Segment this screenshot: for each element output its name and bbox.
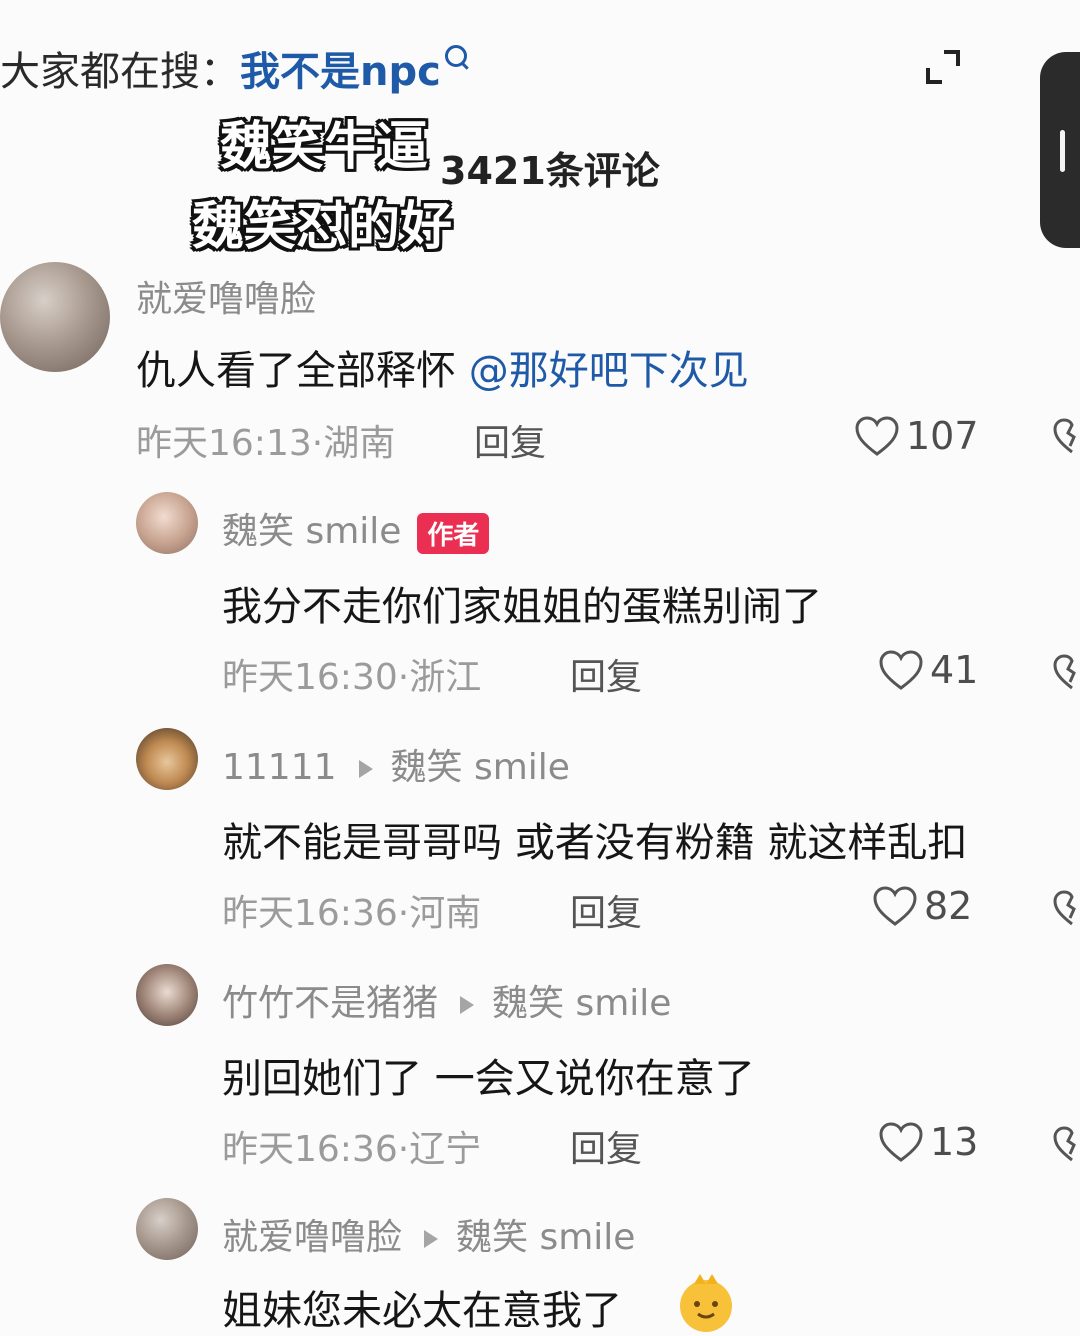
like-count: 107 xyxy=(906,414,979,458)
username-text[interactable]: 11111 xyxy=(222,747,337,788)
username-text[interactable]: 魏笑 smile xyxy=(222,511,401,552)
heart-outline-icon xyxy=(879,650,923,690)
comment-text: 就不能是哥哥吗 或者没有粉籍 就这样乱扣 xyxy=(222,820,968,866)
trending-search-bar[interactable]: 大家都在搜： 我不是npc xyxy=(0,38,467,98)
reply-target-username[interactable]: 魏笑 smile xyxy=(391,747,570,788)
comment-text: 别回她们了 一会又说你在意了 xyxy=(222,1056,755,1102)
comment-username: 魏笑 smile 作者 xyxy=(222,502,490,554)
avatar[interactable] xyxy=(136,964,198,1026)
reply-target-username[interactable]: 魏笑 smile xyxy=(492,983,671,1024)
comment-username: 11111 魏笑 smile xyxy=(222,738,570,790)
like-button[interactable]: 41 xyxy=(878,646,978,694)
broken-heart-icon[interactable] xyxy=(1052,416,1080,456)
comment-username[interactable]: 就爱噜噜脸 xyxy=(136,270,316,322)
reply-arrow-icon xyxy=(358,760,373,778)
collapse-icon[interactable] xyxy=(924,48,962,86)
reply-button[interactable]: 回复 xyxy=(570,648,642,700)
reply-arrow-icon xyxy=(460,996,475,1014)
comment-body: 仇人看了全部释怀 xyxy=(136,348,469,394)
avatar[interactable] xyxy=(0,262,110,372)
comment-count: 3421条评论 xyxy=(440,149,660,193)
like-count: 41 xyxy=(930,648,979,692)
comment-text: 仇人看了全部释怀 @那好吧下次见 xyxy=(136,338,749,396)
like-button[interactable]: 13 xyxy=(878,1118,978,1166)
comment-username: 就爱噜噜脸 魏笑 smile xyxy=(222,1208,635,1260)
reply-button[interactable]: 回复 xyxy=(570,884,642,936)
grip-icon xyxy=(1060,130,1065,172)
username-text[interactable]: 竹竹不是猪猪 xyxy=(222,983,438,1024)
author-badge: 作者 xyxy=(417,512,490,554)
heart-outline-icon xyxy=(855,416,899,456)
comment-text: 姐妹您未必太在意我了 xyxy=(222,1288,622,1334)
reply-button[interactable]: 回复 xyxy=(570,1120,642,1172)
broken-heart-icon[interactable] xyxy=(1052,888,1080,928)
broken-heart-icon[interactable] xyxy=(1052,1124,1080,1164)
comment-time-location: 昨天16:13·湖南 xyxy=(136,423,396,464)
reply-target-username[interactable]: 魏笑 smile xyxy=(456,1217,635,1258)
mention-link[interactable]: @那好吧下次见 xyxy=(469,348,749,394)
avatar[interactable] xyxy=(136,728,198,790)
reply-button[interactable]: 回复 xyxy=(474,414,546,466)
comment-time-location: 昨天16:36·辽宁 xyxy=(222,1129,482,1170)
like-count: 82 xyxy=(924,884,973,928)
comment-text: 我分不走你们家姐姐的蛋糕别闹了 xyxy=(222,584,822,630)
overlay-caption-1: 魏笑牛逼 xyxy=(220,117,429,177)
avatar[interactable] xyxy=(136,492,198,554)
like-button[interactable]: 82 xyxy=(872,882,972,930)
overlay-caption-2: 魏笑怼的好 xyxy=(192,197,453,257)
comment-username: 竹竹不是猪猪 魏笑 smile xyxy=(222,974,671,1026)
side-panel-handle[interactable] xyxy=(1040,52,1080,248)
heart-outline-icon xyxy=(873,886,917,926)
smiling-emoji-icon xyxy=(680,1274,732,1332)
search-icon[interactable] xyxy=(444,45,467,67)
trending-search-term[interactable]: 我不是npc xyxy=(240,39,441,97)
avatar[interactable] xyxy=(136,1198,198,1260)
username-text[interactable]: 就爱噜噜脸 xyxy=(222,1217,402,1258)
reply-arrow-icon xyxy=(424,1230,439,1248)
like-button[interactable]: 107 xyxy=(854,412,979,460)
trending-search-prefix: 大家都在搜： xyxy=(0,49,240,95)
comment-time-location: 昨天16:30·浙江 xyxy=(222,657,482,698)
broken-heart-icon[interactable] xyxy=(1052,652,1080,692)
heart-outline-icon xyxy=(879,1122,923,1162)
like-count: 13 xyxy=(930,1120,979,1164)
comment-time-location: 昨天16:36·河南 xyxy=(222,893,482,934)
